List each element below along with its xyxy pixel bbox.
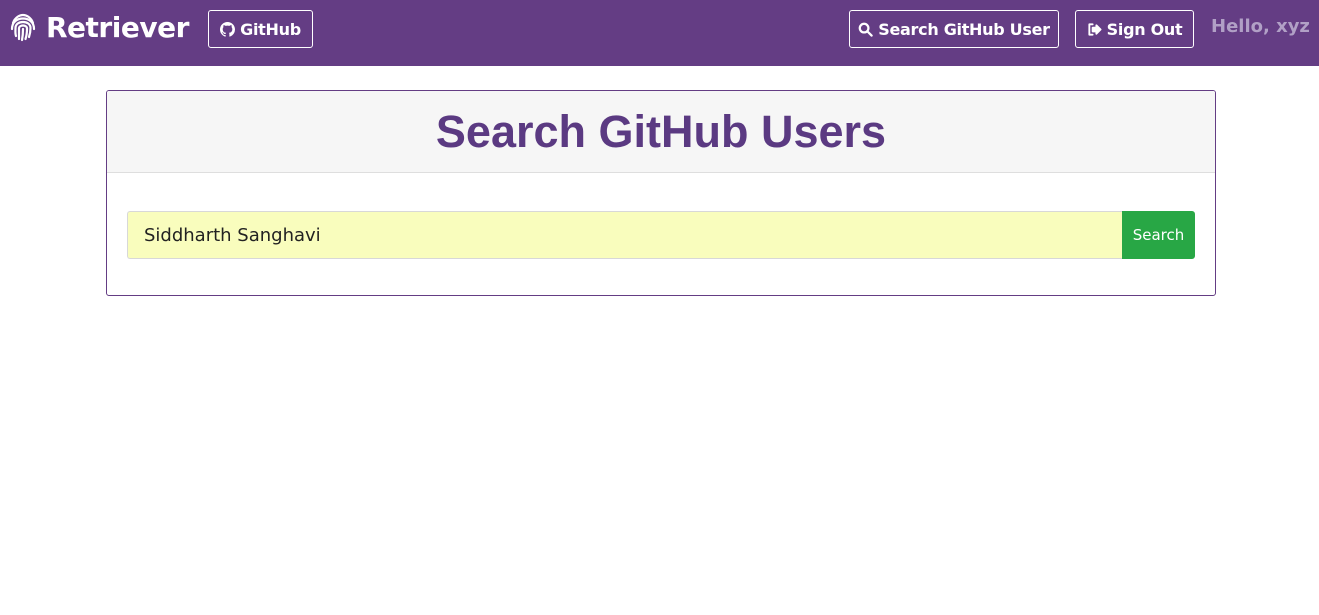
github-icon: [220, 21, 236, 37]
search-form: Search: [127, 211, 1195, 259]
brand-link[interactable]: Retriever: [8, 9, 189, 45]
search-github-user-button[interactable]: Search GitHub User: [849, 10, 1059, 48]
github-button-label: GitHub: [240, 19, 301, 39]
search-button[interactable]: Search: [1122, 211, 1195, 259]
search-card: Search GitHub Users Search: [106, 90, 1216, 296]
search-github-user-label: Search GitHub User: [878, 19, 1050, 39]
sign-out-icon: [1088, 22, 1102, 36]
sign-out-button[interactable]: Sign Out: [1075, 10, 1194, 48]
page-title: Search GitHub Users: [435, 105, 887, 157]
fingerprint-icon: [10, 13, 36, 42]
search-icon: [858, 22, 873, 37]
github-button[interactable]: GitHub: [208, 10, 313, 48]
card-header: Search GitHub Users: [107, 91, 1215, 173]
sign-out-label: Sign Out: [1106, 19, 1183, 39]
search-input[interactable]: [127, 211, 1122, 259]
brand-label: Retriever: [46, 10, 189, 44]
user-greeting: Hello, xyz: [1211, 16, 1310, 37]
navbar: Retriever GitHub Search GitHub User Sign…: [0, 0, 1319, 66]
